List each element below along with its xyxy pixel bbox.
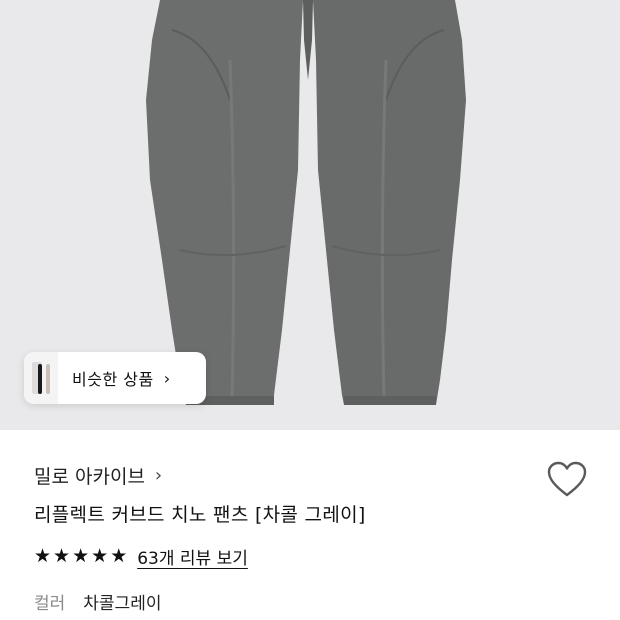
product-title: 리플렉트 커브드 치노 팬츠 [차콜 그레이] [34,504,366,526]
reviews-link[interactable]: 63개 리뷰 보기 [137,544,248,569]
star-icon: ★ [53,544,71,567]
similar-thumbnails [24,352,58,404]
rating-row: ★ ★ ★ ★ ★ 63개 리뷰 보기 [34,542,248,570]
rating-stars: ★ ★ ★ ★ ★ [34,544,129,567]
star-icon: ★ [110,544,128,567]
color-label: 컬러 [34,593,66,614]
chevron-right-icon: › [163,368,171,388]
star-icon: ★ [34,544,52,567]
color-value: 차콜그레이 [83,593,162,614]
brand-link[interactable]: 밀로 아카이브 › [34,460,162,490]
star-icon: ★ [72,544,90,567]
similar-products-label: 비슷한 상품 [72,370,154,389]
product-image[interactable]: 비슷한 상품 › [0,0,620,430]
star-icon: ★ [91,544,109,567]
wishlist-button[interactable] [546,460,588,500]
heart-outline-icon [547,461,587,497]
chevron-right-icon: › [154,464,163,486]
similar-products-button[interactable]: 비슷한 상품 › [24,352,206,404]
color-row: 컬러 차콜그레이 [34,588,161,614]
brand-name: 밀로 아카이브 [34,465,145,488]
